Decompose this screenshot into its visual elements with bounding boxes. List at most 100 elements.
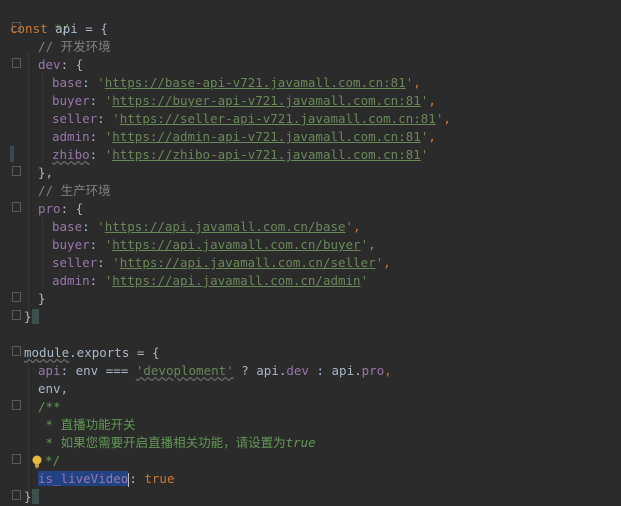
indent-guide bbox=[42, 216, 43, 288]
indent-guide bbox=[28, 360, 29, 498]
url-dev-admin[interactable]: https://admin-api-v721.javamall.com.cn:8… bbox=[112, 129, 421, 144]
code-line: admin: 'https://api.javamall.com.cn/admi… bbox=[52, 272, 368, 290]
url-pro-seller[interactable]: https://api.javamall.com.cn/seller bbox=[120, 255, 376, 270]
fold-marker[interactable] bbox=[12, 310, 21, 320]
url-pro-buyer[interactable]: https://api.javamall.com.cn/buyer bbox=[112, 237, 360, 252]
url-dev-seller[interactable]: https://seller-api-v721.javamall.com.cn:… bbox=[120, 111, 436, 126]
punctuation: : bbox=[82, 75, 98, 90]
quote: ' bbox=[112, 255, 120, 270]
code-line: dev: { bbox=[38, 56, 83, 74]
code-line: base: 'https://base-api-v721.javamall.co… bbox=[52, 74, 421, 92]
punctuation: : bbox=[129, 471, 145, 486]
code-line: seller: 'https://seller-api-v721.javamal… bbox=[52, 110, 451, 128]
code-line: * 如果您需要开启直播相关功能，请设置为true bbox=[38, 434, 316, 452]
closing-brace: } bbox=[24, 309, 32, 324]
code-line: buyer: 'https://api.javamall.com.cn/buye… bbox=[52, 236, 376, 254]
closing-brace: } bbox=[38, 291, 46, 306]
fold-marker[interactable] bbox=[12, 400, 21, 410]
lightbulb-icon[interactable] bbox=[31, 455, 43, 469]
code-line: zhibo: 'https://zhibo-api-v721.javamall.… bbox=[52, 146, 428, 164]
code-line: */ bbox=[24, 2, 69, 36]
punctuation: : bbox=[89, 237, 105, 252]
comma: , bbox=[383, 255, 391, 270]
key-base: base bbox=[52, 75, 83, 90]
key-admin: admin bbox=[52, 129, 90, 144]
ternary-branch: : api. bbox=[308, 363, 362, 378]
url-pro-base[interactable]: https://api.javamall.com.cn/base bbox=[105, 219, 346, 234]
code-line: const api = { bbox=[10, 20, 108, 38]
fold-marker[interactable] bbox=[12, 292, 21, 302]
comma: , bbox=[428, 129, 436, 144]
code-line: api: env === 'devoploment' ? api.dev : a… bbox=[38, 362, 392, 380]
fold-marker[interactable] bbox=[12, 454, 21, 464]
quote: ' bbox=[420, 147, 429, 162]
key-zhibo: zhibo bbox=[52, 147, 90, 162]
prop-pro: pro bbox=[361, 363, 385, 378]
code-line: pro: { bbox=[38, 200, 83, 218]
code-line: seller: 'https://api.javamall.com.cn/sel… bbox=[52, 254, 391, 272]
prop-dev: dev bbox=[286, 363, 309, 378]
code-line: module.exports = { bbox=[24, 344, 159, 362]
url-pro-admin[interactable]: https://api.javamall.com.cn/admin bbox=[112, 273, 360, 288]
code-line: * 直播功能开关 bbox=[38, 416, 136, 434]
url-dev-base[interactable]: https://base-api-v721.javamall.com.cn:81 bbox=[105, 75, 406, 90]
brace-highlight bbox=[31, 309, 40, 324]
punctuation: : bbox=[89, 93, 105, 108]
indent-guide bbox=[42, 72, 43, 162]
env-string: 'devoploment' bbox=[135, 363, 234, 378]
quote: ' bbox=[360, 237, 369, 252]
code-line: }, bbox=[38, 164, 53, 182]
code-line: // 生产环境 bbox=[38, 182, 111, 200]
key-seller: seller bbox=[52, 111, 98, 126]
punctuation: : bbox=[89, 129, 105, 144]
exports-assignment: .exports = { bbox=[69, 345, 160, 360]
punctuation: : bbox=[89, 273, 105, 288]
code-line: base: 'https://api.javamall.com.cn/base'… bbox=[52, 218, 361, 236]
url-dev-zhibo[interactable]: https://zhibo-api-v721.javamall.com.cn:8… bbox=[112, 147, 421, 162]
key-buyer: buyer bbox=[52, 93, 90, 108]
fold-marker[interactable] bbox=[12, 346, 21, 356]
doc-italic-true: true bbox=[285, 435, 316, 450]
comma: , bbox=[353, 219, 361, 234]
punctuation: : bbox=[97, 111, 113, 126]
url-dev-buyer[interactable]: https://buyer-api-v721.javamall.com.cn:8… bbox=[112, 93, 421, 108]
comma: , bbox=[413, 75, 421, 90]
code-editor[interactable]: */ const api = { // 开发环境 dev: { base: 'h… bbox=[0, 0, 621, 506]
key-admin: admin bbox=[52, 273, 90, 288]
code-line: admin: 'https://admin-api-v721.javamall.… bbox=[52, 128, 436, 146]
quote: ' bbox=[360, 273, 369, 288]
code-line: } bbox=[24, 308, 40, 326]
api-declaration: api = { bbox=[47, 21, 108, 36]
key-pro: pro bbox=[38, 201, 61, 216]
fold-marker[interactable] bbox=[12, 490, 21, 500]
code-line: /** bbox=[38, 398, 61, 416]
value-true: true bbox=[144, 471, 175, 486]
change-marker bbox=[10, 146, 14, 162]
fold-marker[interactable] bbox=[12, 58, 21, 68]
quote: ' bbox=[345, 219, 354, 234]
comment-dev-env: // 开发环境 bbox=[38, 39, 111, 54]
closing-brace: } bbox=[24, 489, 32, 504]
env-shorthand: env, bbox=[38, 381, 69, 396]
ternary-condition: : env === bbox=[60, 363, 136, 378]
selected-identifier[interactable]: is_liveVideo bbox=[38, 471, 129, 486]
fold-marker[interactable] bbox=[12, 202, 21, 212]
keyword-const: const bbox=[10, 21, 48, 36]
punctuation: : { bbox=[60, 57, 84, 72]
brace-highlight bbox=[31, 489, 40, 504]
comment-prod-env: // 生产环境 bbox=[38, 183, 111, 198]
module-identifier: module bbox=[24, 345, 70, 360]
code-line: */ bbox=[45, 452, 60, 470]
fold-marker[interactable] bbox=[12, 166, 21, 176]
key-seller: seller bbox=[52, 255, 98, 270]
doc-comment-text: * 如果您需要开启直播相关功能，请设置为 bbox=[38, 435, 286, 450]
key-base: base bbox=[52, 219, 83, 234]
quote: ' bbox=[97, 75, 105, 90]
quote: ' bbox=[112, 111, 120, 126]
doc-comment-open: /** bbox=[38, 399, 61, 414]
editor-gutter bbox=[0, 0, 22, 506]
punctuation: : bbox=[82, 219, 98, 234]
code-line[interactable]: is_liveVideo: true bbox=[38, 470, 174, 488]
key-dev: dev bbox=[38, 57, 61, 72]
closing-brace: }, bbox=[38, 165, 54, 180]
